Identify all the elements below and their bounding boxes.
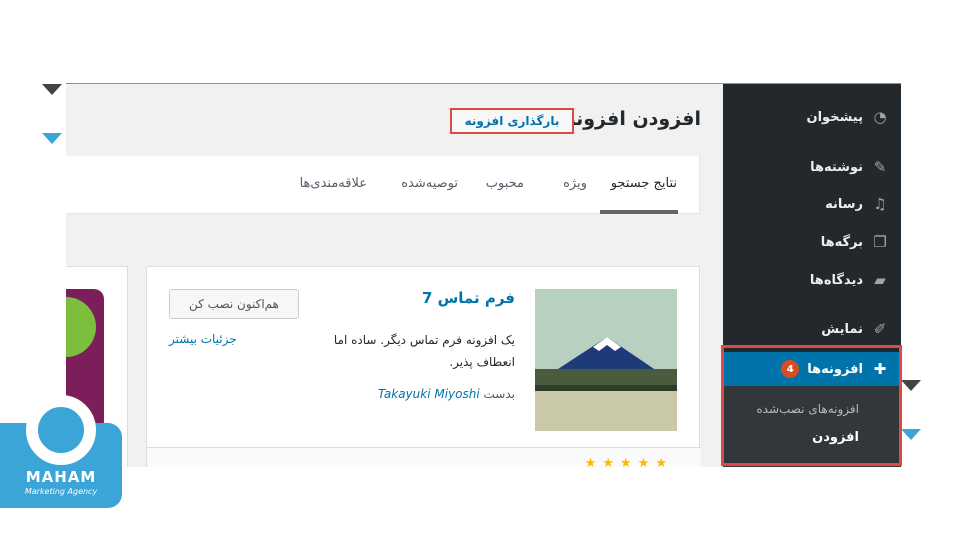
menu-item-pages[interactable]: ❐ برگه‌ها xyxy=(821,233,889,251)
menu-item-label: رسانه xyxy=(825,196,863,212)
tab-search-results[interactable]: نتایج جستجو xyxy=(611,176,677,191)
marker-dark-top-left xyxy=(42,84,62,95)
page-title: افزودن افزونه xyxy=(564,108,701,130)
menu-item-label: نوشته‌ها xyxy=(810,159,863,175)
menu-item-media[interactable]: ♫ رسانه xyxy=(825,195,889,213)
menu-item-label: برگه‌ها xyxy=(820,234,863,250)
active-tab-indicator xyxy=(600,210,678,214)
marker-dark-right xyxy=(901,380,921,391)
rating-stars: ★★★★★ xyxy=(584,456,673,467)
more-details-link[interactable]: جزئیات بیشتر xyxy=(169,332,237,346)
menu-item-dashboard[interactable]: ◔ پیشخوان xyxy=(807,108,890,126)
author-prefix: بدست xyxy=(483,387,515,401)
plugin-description: یک افزونه فرم تماس دیگر. ساده اما انعطاف… xyxy=(333,333,515,369)
appearance-icon: ✐ xyxy=(873,320,887,338)
tab-featured[interactable]: ویژه xyxy=(563,176,587,191)
slide: ◔ پیشخوان ✎ نوشته‌ها ♫ رسانه ❐ برگه‌ها ▰… xyxy=(0,0,967,550)
plugin-card: فرم تماس 7 یک افزونه فرم تماس دیگر. ساده… xyxy=(146,266,701,467)
upload-plugin-button[interactable]: بارگذاری افزونه xyxy=(450,108,574,134)
tab-favorites[interactable]: علاقه‌مندی‌ها xyxy=(300,176,367,191)
pages-icon: ❐ xyxy=(873,233,887,251)
plugin-card-footer: ★★★★★ xyxy=(147,447,701,467)
menu-item-label: پیشخوان xyxy=(806,109,864,125)
author-link[interactable]: Takayuki Miyoshi xyxy=(378,387,480,401)
plugins-menu-highlight xyxy=(721,345,902,466)
tab-popular[interactable]: محبوب xyxy=(486,176,524,191)
plugin-author: بدست Takayuki Miyoshi xyxy=(378,387,515,401)
marker-blue-right xyxy=(901,429,921,440)
menu-item-posts[interactable]: ✎ نوشته‌ها xyxy=(810,158,889,176)
mount-fuji-image xyxy=(535,289,677,431)
logo-tagline: Marketing Agency xyxy=(24,487,98,496)
maham-logo: MAHAM Marketing Agency xyxy=(0,395,122,508)
media-icon: ♫ xyxy=(873,195,887,213)
logo-name: MAHAM xyxy=(25,468,97,486)
menu-item-label: دیدگاه‌ها xyxy=(809,272,863,288)
menu-item-appearance[interactable]: ✐ نمایش xyxy=(821,320,889,338)
marker-blue-top-left xyxy=(42,133,62,144)
install-now-button[interactable]: هم‌اکنون نصب کن xyxy=(169,289,299,319)
logo-ring xyxy=(26,395,96,465)
menu-item-comments[interactable]: ▰ دیدگاه‌ها xyxy=(810,271,889,289)
dashboard-icon: ◔ xyxy=(873,108,887,126)
plugin-thumbnail xyxy=(535,289,677,431)
filter-bar: نتایج جستجو ویژه محبوب توصیه‌شده علاقه‌م… xyxy=(66,156,700,214)
plugin-title[interactable]: فرم تماس 7 xyxy=(422,289,515,307)
tab-recommended[interactable]: توصیه‌شده xyxy=(401,176,458,191)
menu-item-label: نمایش xyxy=(821,321,863,337)
pin-icon: ✎ xyxy=(873,158,887,176)
comments-icon: ▰ xyxy=(874,271,886,289)
